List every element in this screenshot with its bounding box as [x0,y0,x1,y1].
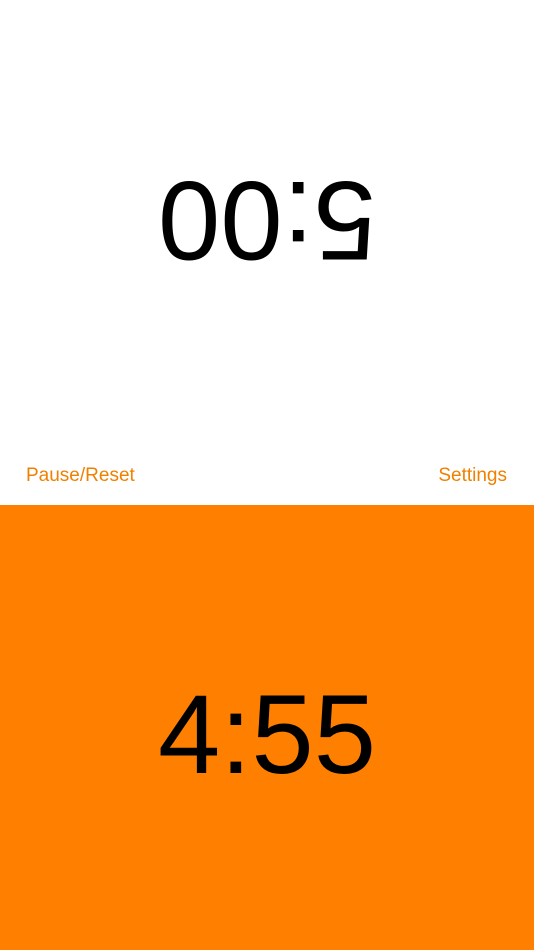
bottom-player-time: 4:55 [158,672,376,797]
chess-clock-app: 5:00 Pause/Reset Settings 4:55 [0,0,534,950]
top-player-clock-panel[interactable]: 5:00 [0,0,534,445]
pause-reset-button[interactable]: Pause/Reset [26,465,135,487]
settings-button[interactable]: Settings [438,465,507,487]
control-bar: Pause/Reset Settings [0,445,534,505]
top-player-time: 5:00 [158,158,376,283]
bottom-player-clock-panel[interactable]: 4:55 [0,505,534,950]
